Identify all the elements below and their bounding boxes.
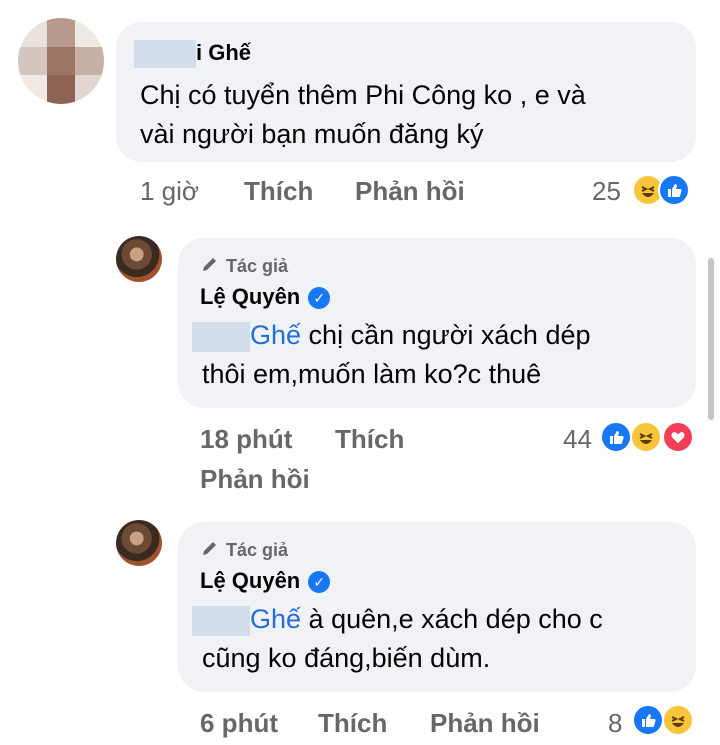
reaction-count[interactable]: 44 (563, 424, 592, 455)
author-name[interactable]: Lệ Quyên ✓ (200, 284, 331, 310)
reaction-count[interactable]: 8 (608, 708, 622, 739)
reply-button[interactable]: Phản hồi (430, 708, 540, 739)
verified-icon: ✓ (308, 571, 331, 594)
avatar-author[interactable] (116, 520, 162, 566)
comment-time[interactable]: 1 giờ (140, 176, 199, 207)
like-icon (658, 174, 690, 206)
haha-icon (630, 421, 662, 453)
avatar-commenter[interactable] (18, 18, 104, 104)
redacted-mention-block (192, 321, 250, 352)
like-button[interactable]: Thích (335, 424, 404, 455)
like-button[interactable]: Thích (244, 176, 313, 207)
like-icon (600, 421, 632, 453)
haha-icon (662, 704, 694, 736)
reaction-icons[interactable] (632, 704, 696, 738)
redacted-mention-block (192, 605, 250, 636)
avatar-author[interactable] (116, 236, 162, 282)
reply-button[interactable]: Phản hồi (355, 176, 465, 207)
reply-time[interactable]: 18 phút (200, 424, 292, 455)
mention-link[interactable]: Ghế (250, 320, 301, 350)
scrollbar[interactable] (708, 258, 714, 420)
reply-bubble: Tác giả Lệ Quyên ✓ Ghế à quên,e xách dép … (178, 522, 696, 692)
author-badge: Tác giả (200, 538, 288, 563)
like-icon (632, 704, 664, 736)
reaction-count[interactable]: 25 (592, 176, 621, 207)
like-button[interactable]: Thích (318, 708, 387, 739)
reply-button[interactable]: Phản hồi (200, 464, 310, 495)
author-badge: Tác giả (200, 254, 288, 279)
reply-time[interactable]: 6 phút (200, 708, 278, 739)
author-name[interactable]: Lệ Quyên ✓ (200, 568, 331, 594)
verified-icon: ✓ (308, 287, 331, 310)
commenter-name[interactable]: i Ghế (134, 40, 251, 69)
mention-link[interactable]: Ghế (250, 604, 301, 634)
love-icon (662, 421, 694, 453)
reply-bubble: Tác giả Lệ Quyên ✓ Ghế chị cần người xách… (178, 238, 696, 408)
comment-bubble: i Ghế Chị có tuyển thêm Phi Công ko , e … (116, 22, 696, 162)
pencil-icon (200, 538, 220, 563)
comment-text: Chị có tuyển thêm Phi Công ko , e và vài… (140, 80, 586, 149)
reaction-icons[interactable] (632, 174, 696, 208)
reply-text: Ghế à quên,e xách dép cho c cũng ko đáng… (192, 600, 603, 678)
reply-text: Ghế chị cần người xách dép thôi em,muốn … (192, 316, 591, 394)
pencil-icon (200, 254, 220, 279)
redacted-name-block (134, 40, 196, 69)
reaction-icons[interactable] (600, 421, 696, 455)
